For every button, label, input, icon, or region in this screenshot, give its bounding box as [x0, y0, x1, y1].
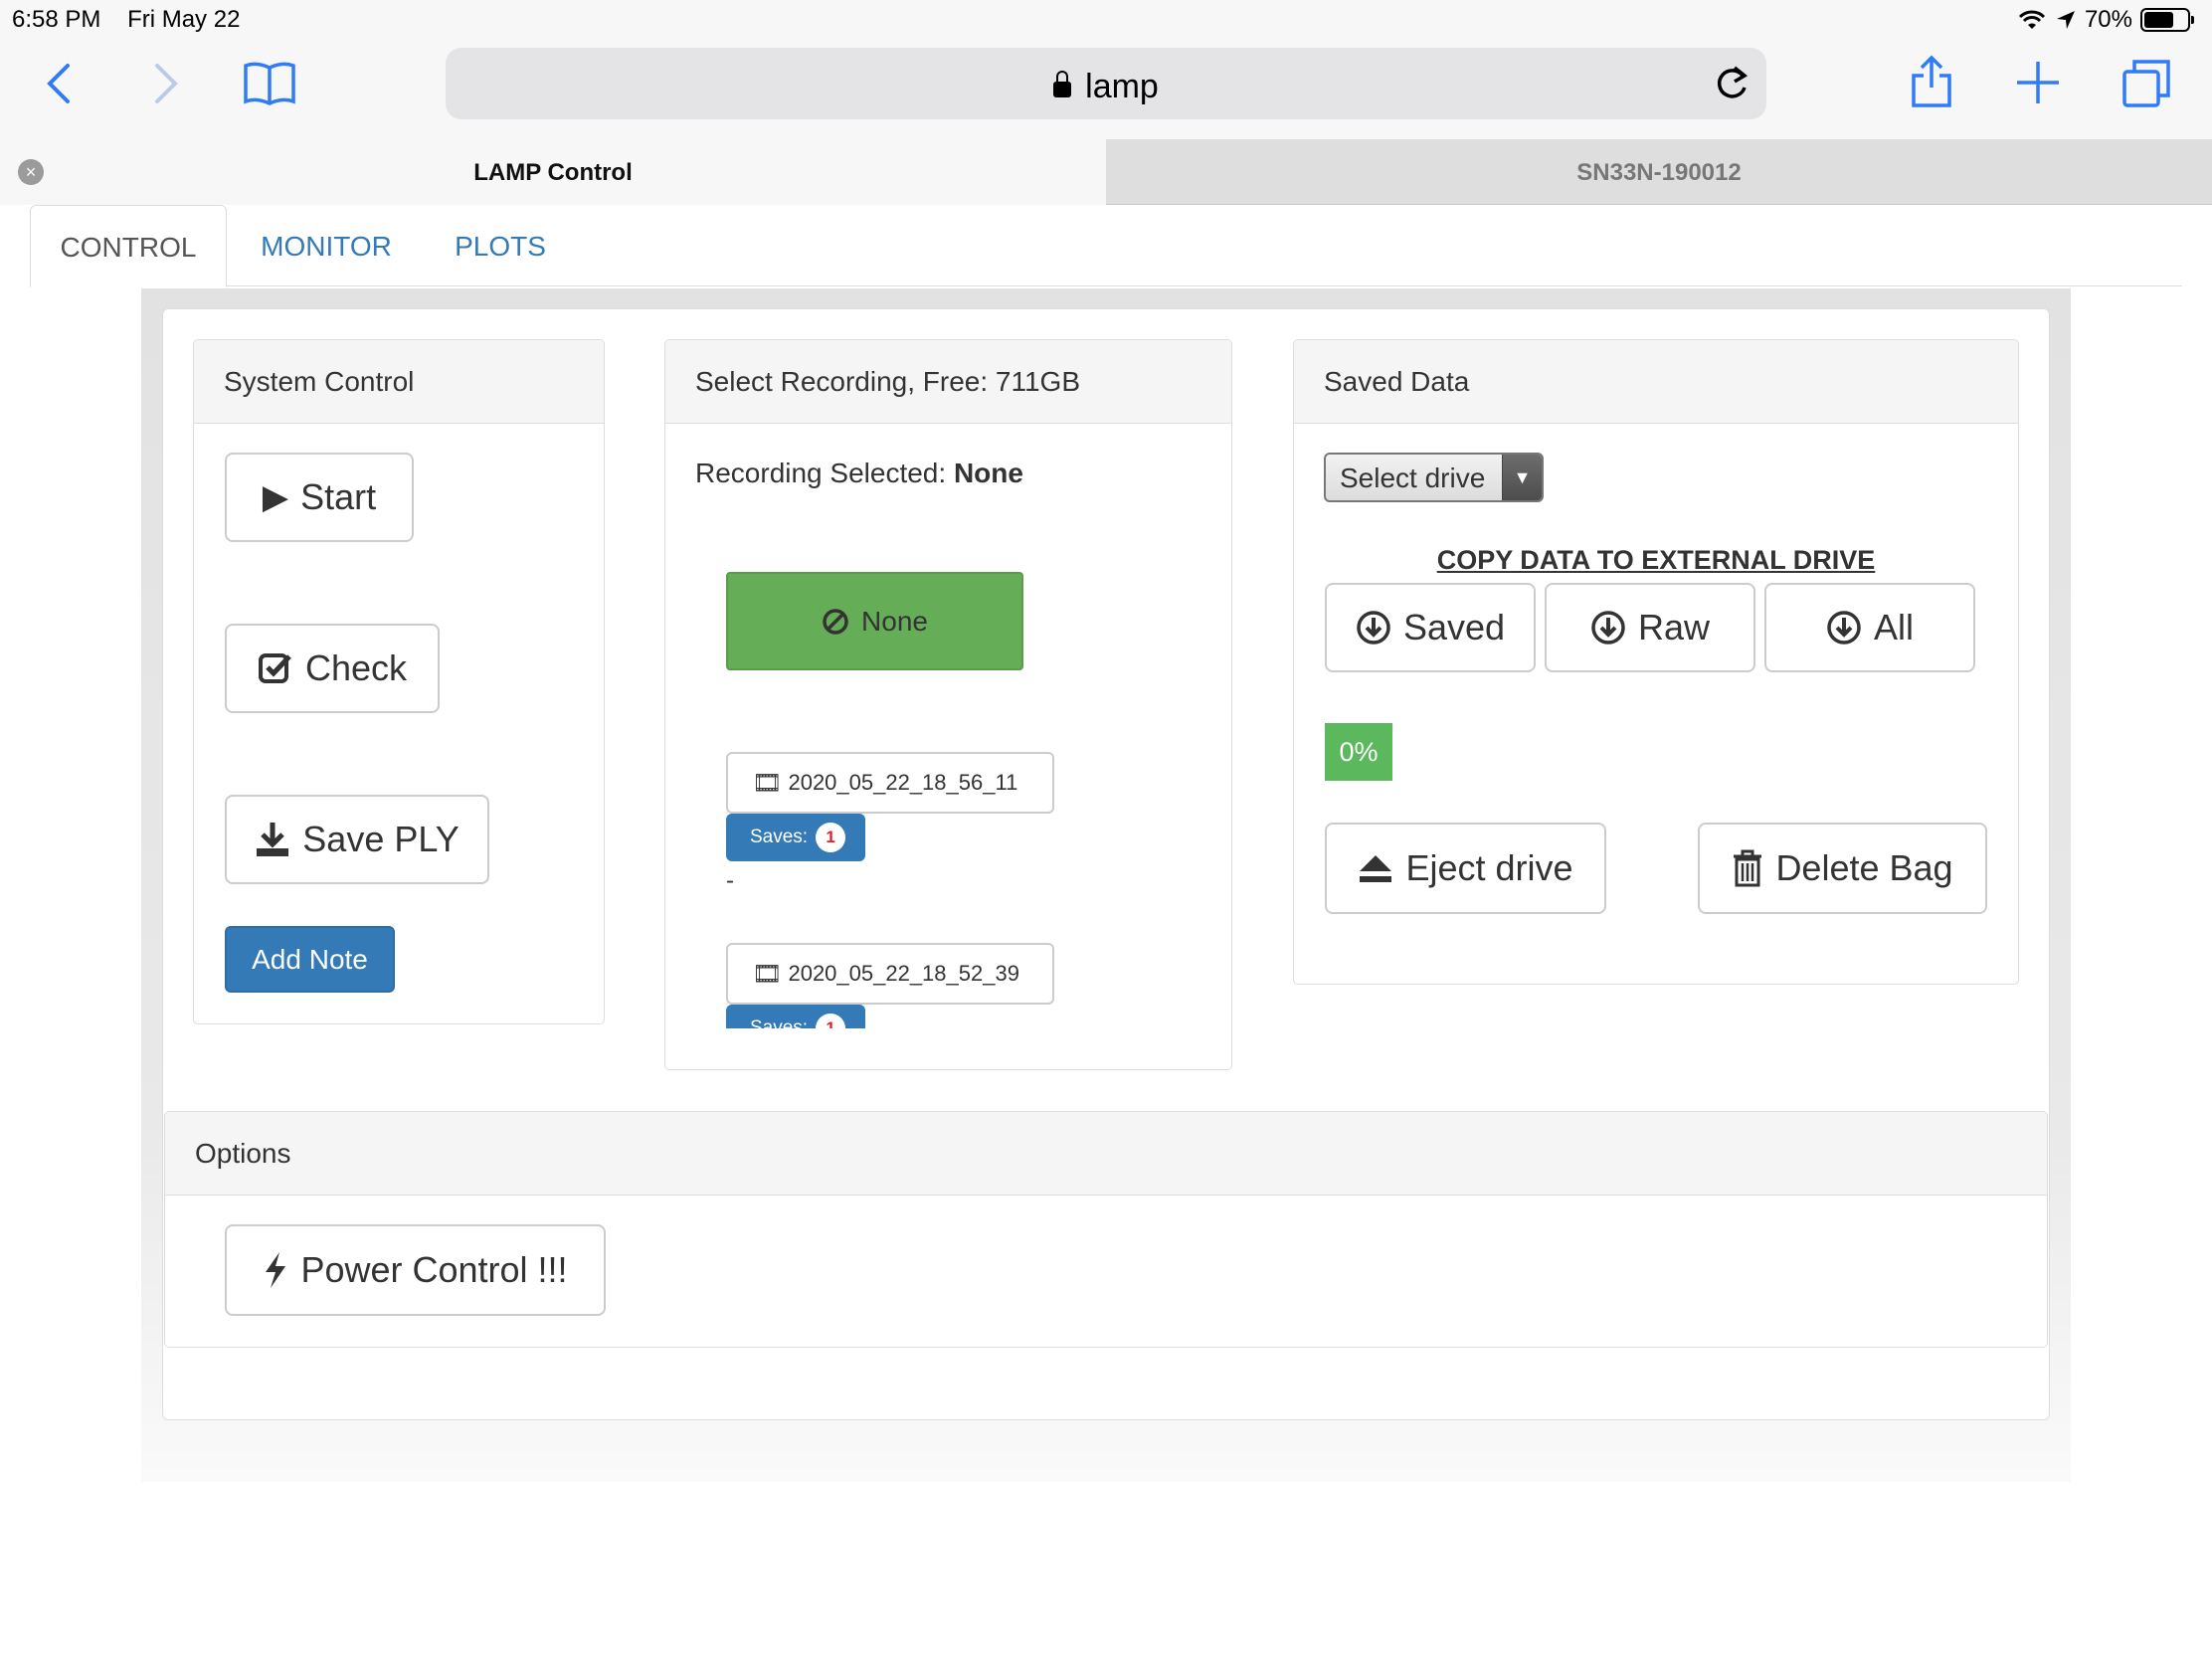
saves-count-badge: 1: [816, 1014, 846, 1028]
recording-selected-value: None: [953, 458, 1023, 488]
download-circle-icon: [1357, 611, 1390, 645]
copy-saved-button[interactable]: Saved: [1325, 583, 1536, 672]
tab-plots[interactable]: PLOTS: [426, 205, 575, 286]
delete-label: Delete Bag: [1775, 847, 1953, 888]
bolt-icon: [266, 1252, 286, 1288]
recording-item[interactable]: 🎞 2020_05_22_18_52_39: [726, 943, 1054, 1005]
check-square-icon: [258, 653, 291, 683]
tab-monitor[interactable]: MONITOR: [227, 205, 426, 286]
forward-icon[interactable]: [151, 62, 181, 105]
all-label: All: [1873, 607, 1914, 647]
copy-data-title: COPY DATA TO EXTERNAL DRIVE: [1436, 545, 1876, 575]
start-button[interactable]: ▶ Start: [225, 453, 414, 542]
recording-name: 2020_05_22_18_52_39: [788, 961, 1019, 986]
copy-all-button[interactable]: All: [1764, 583, 1975, 672]
recording-selected-label: Recording Selected:: [695, 458, 947, 488]
eject-drive-button[interactable]: Eject drive: [1325, 823, 1606, 914]
power-control-button[interactable]: Power Control !!!: [225, 1224, 606, 1316]
new-tab-icon[interactable]: [2015, 60, 2061, 105]
select-none-button[interactable]: None: [726, 572, 1023, 670]
status-time: 6:58 PM: [12, 6, 101, 33]
none-label: None: [861, 605, 928, 637]
recording-selected-text: Recording Selected: None: [695, 458, 1023, 489]
browser-toolbar: lamp: [0, 40, 2212, 139]
saves-clip: Saves: 1: [726, 1005, 865, 1028]
bookmarks-icon[interactable]: [243, 60, 296, 107]
select-drive-value: Select drive: [1340, 462, 1486, 493]
download-circle-icon: [1591, 611, 1625, 645]
select-recording-panel: Select Recording, Free: 711GB Recording …: [664, 339, 1232, 1070]
add-note-button[interactable]: Add Note: [225, 926, 395, 993]
tab-control[interactable]: CONTROL: [30, 205, 227, 287]
saved-label: Saved: [1402, 607, 1506, 647]
download-icon: [257, 823, 289, 856]
saves-label: Saves:: [750, 1017, 809, 1028]
check-button[interactable]: Check: [225, 624, 440, 713]
dropdown-arrow-icon: ▼: [1502, 455, 1542, 500]
film-icon: 🎞: [752, 960, 783, 988]
browser-tab-sn33n[interactable]: SN33N-190012: [1106, 139, 2212, 205]
location-icon: [2056, 11, 2075, 29]
lock-icon: [1053, 71, 1072, 97]
reload-icon[interactable]: [1713, 64, 1751, 103]
wifi-icon: [2018, 10, 2046, 29]
delete-bag-button[interactable]: Delete Bag: [1698, 823, 1987, 914]
saves-count-badge: 1: [816, 823, 846, 852]
status-bar: 6:58 PM Fri May 22 70%: [0, 0, 2212, 40]
page-nav-tabs: CONTROL MONITOR PLOTS: [30, 205, 2182, 287]
browser-tab-strip: × LAMP Control SN33N-190012: [0, 139, 2212, 205]
select-drive-dropdown[interactable]: Select drive ▼: [1324, 453, 1544, 502]
copy-progress-bar: 0%: [1325, 723, 1392, 781]
share-icon[interactable]: [1910, 54, 1953, 109]
ban-icon: [823, 608, 848, 635]
eject-label: Eject drive: [1405, 847, 1573, 888]
power-control-label: Power Control !!!: [300, 1249, 568, 1290]
browser-tab-title: LAMP Control: [473, 159, 633, 186]
film-icon: 🎞: [752, 769, 783, 797]
battery-percent: 70%: [2084, 6, 2132, 33]
download-circle-icon: [1827, 611, 1861, 645]
tabs-icon[interactable]: [2120, 58, 2172, 109]
browser-tab-title: SN33N-190012: [1576, 159, 1742, 186]
play-icon: ▶: [262, 478, 289, 516]
eject-icon: [1360, 855, 1392, 882]
check-label: Check: [304, 647, 408, 688]
raw-label: Raw: [1637, 607, 1711, 647]
recording-separator: -: [726, 867, 734, 894]
battery-icon: [2140, 8, 2194, 32]
saves-label: Saves:: [750, 827, 809, 847]
saves-button[interactable]: Saves: 1: [726, 1005, 865, 1028]
panel-title: System Control: [194, 340, 604, 424]
url-text: lamp: [1085, 68, 1159, 105]
panel-title: Options: [165, 1112, 2047, 1196]
start-label: Start: [300, 476, 377, 517]
back-icon[interactable]: [44, 62, 74, 105]
status-date: Fri May 22: [127, 6, 241, 33]
trash-icon: [1734, 849, 1762, 887]
save-ply-label: Save PLY: [302, 819, 460, 859]
copy-raw-button[interactable]: Raw: [1545, 583, 1755, 672]
recording-name: 2020_05_22_18_56_11: [788, 770, 1018, 795]
save-ply-button[interactable]: Save PLY: [225, 795, 489, 884]
recording-item[interactable]: 🎞 2020_05_22_18_56_11: [726, 752, 1054, 814]
panel-title: Saved Data: [1294, 340, 2018, 424]
url-bar[interactable]: lamp: [446, 48, 1766, 119]
panel-title: Select Recording, Free: 711GB: [665, 340, 1231, 424]
browser-tab-lamp-control[interactable]: × LAMP Control: [0, 139, 1106, 205]
saves-button[interactable]: Saves: 1: [726, 814, 865, 861]
